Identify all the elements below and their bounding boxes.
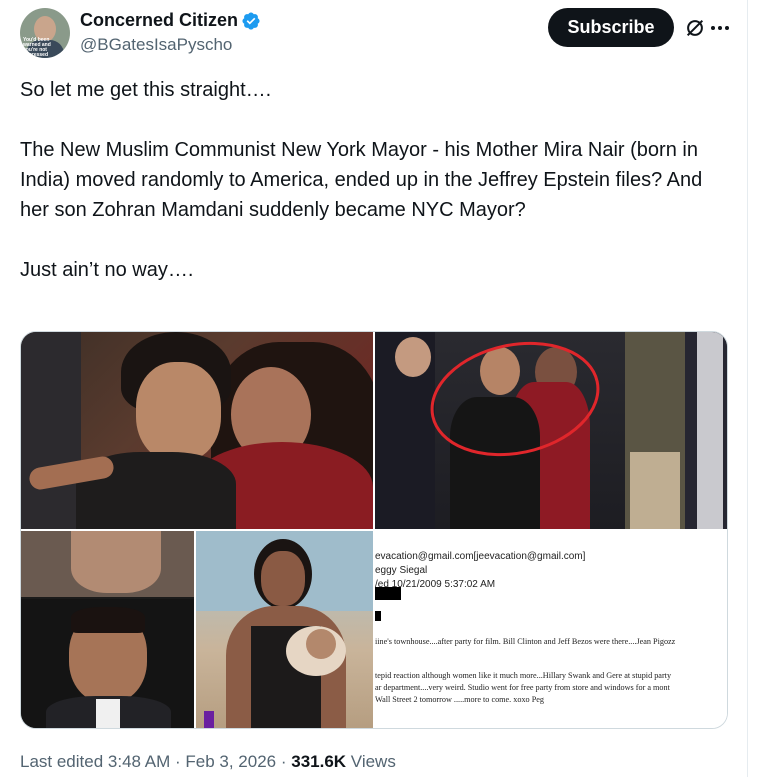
more-options-icon[interactable] xyxy=(708,17,732,39)
photo-boy-and-mother[interactable] xyxy=(21,332,373,529)
purple-mark xyxy=(204,711,214,728)
tweet-meta: Last edited 3:48 AM · Feb 3, 2026 · 331.… xyxy=(20,752,396,772)
redaction-bar xyxy=(375,611,381,621)
photo-smiling-man[interactable] xyxy=(21,531,194,728)
avatar[interactable]: You'd been warned and you're not impress… xyxy=(20,8,70,58)
tweet-text: So let me get this straight…. The New Mu… xyxy=(20,75,720,285)
document-line: ar department....very weird. Studio went… xyxy=(375,683,670,692)
man-white-shirt xyxy=(96,699,120,728)
person-right-shirt xyxy=(697,332,723,529)
man-hair xyxy=(71,607,145,633)
document-line: iine's townhouse....after party for film… xyxy=(375,637,676,646)
display-name[interactable]: Concerned Citizen xyxy=(80,10,238,31)
column-divider xyxy=(747,0,748,777)
user-handle[interactable]: @BGatesIsaPyscho xyxy=(80,35,232,55)
tweet-header: You'd been warned and you're not impress… xyxy=(20,6,732,62)
document-line: Wall Street 2 tomorrow .....more to come… xyxy=(375,695,544,704)
baby-face xyxy=(306,629,336,659)
name-row: Concerned Citizen xyxy=(80,10,261,31)
woman-face xyxy=(261,551,305,606)
tweet-paragraph: The New Muslim Communist New York Mayor … xyxy=(20,139,703,221)
top-crop-face xyxy=(71,531,161,593)
photo-mother-with-baby[interactable] xyxy=(196,531,373,728)
media-grid: evacation@gmail.com[jeevacation@gmail.co… xyxy=(20,331,728,729)
boy-face xyxy=(136,362,221,462)
views-label: Views xyxy=(346,752,396,771)
document-line: eggy Siegal xyxy=(375,565,428,576)
views-count: 331.6K xyxy=(291,752,347,771)
verified-badge-icon xyxy=(242,11,260,30)
tweet-paragraph: So let me get this straight…. xyxy=(20,79,272,101)
photo-email-document[interactable]: evacation@gmail.com[jeevacation@gmail.co… xyxy=(375,531,727,728)
tweet-paragraph: Just ain’t no way…. xyxy=(20,259,194,281)
photo-event-group[interactable] xyxy=(375,332,727,529)
red-circle-annotation xyxy=(430,341,600,457)
man-khaki-trousers xyxy=(630,452,680,529)
photo-background xyxy=(21,332,81,529)
avatar-caption: You'd been warned and you're not impress… xyxy=(23,37,51,58)
subscribe-button[interactable]: Subscribe xyxy=(548,8,674,47)
redaction-bar xyxy=(375,587,401,600)
document-line: tepid reaction although women like it mu… xyxy=(375,671,672,680)
document-line: evacation@gmail.com[jeevacation@gmail.co… xyxy=(375,551,586,562)
grok-icon[interactable] xyxy=(684,17,706,39)
timestamp[interactable]: Last edited 3:48 AM · Feb 3, 2026 · xyxy=(20,752,291,771)
